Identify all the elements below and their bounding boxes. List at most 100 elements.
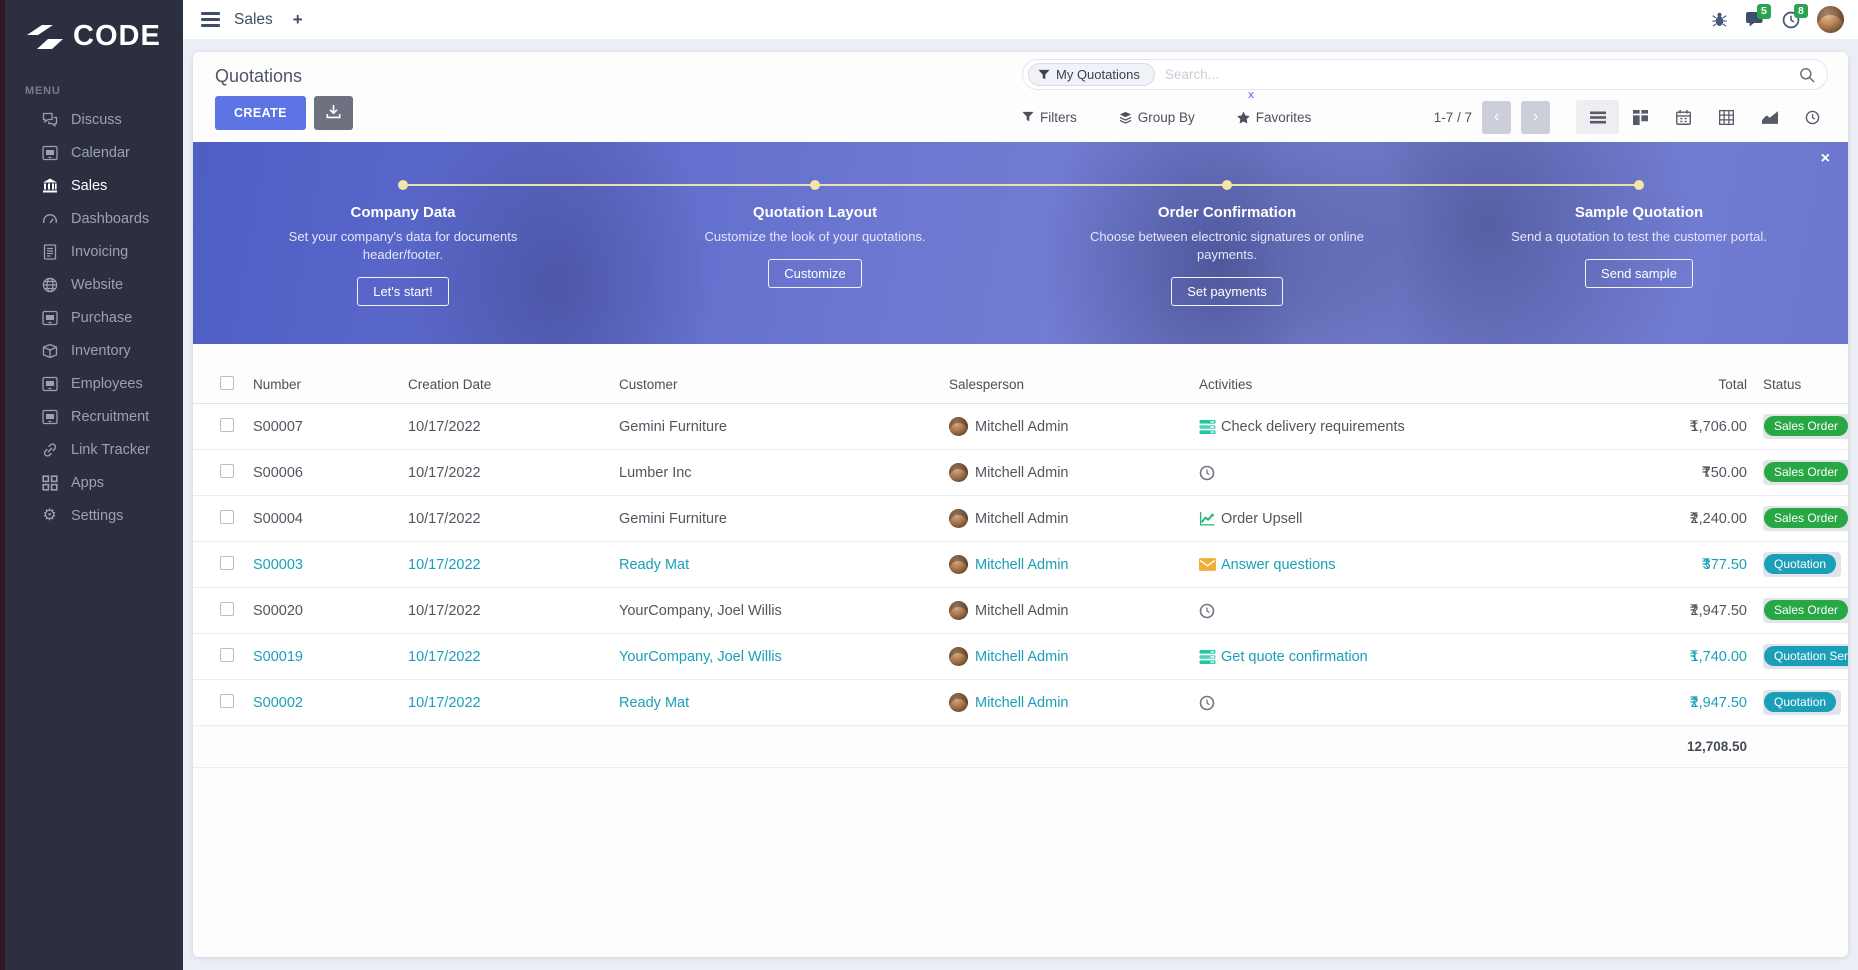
sidebar-item-apps[interactable]: Apps (5, 466, 183, 499)
salesperson-avatar (949, 555, 968, 574)
table-row[interactable]: S00007 10/17/2022 Gemini Furniture Mitch… (193, 404, 1848, 450)
list-view-button[interactable] (1576, 100, 1619, 134)
brand-logo[interactable]: CODE (5, 0, 183, 53)
row-activity[interactable]: Get quote confirmation (1199, 649, 1559, 665)
calendar-view-button[interactable] (1662, 100, 1705, 134)
brand-name: CODE (73, 20, 161, 53)
page-title: Quotations (215, 66, 302, 87)
set-payments-button[interactable]: Set payments (1171, 277, 1283, 306)
sidebar-item-discuss[interactable]: Discuss (5, 103, 183, 136)
row-salesperson: Mitchell Admin (975, 649, 1068, 665)
sidebar-item-dashboards[interactable]: Dashboards (5, 202, 183, 235)
timeline-dot (398, 180, 408, 190)
column-header-total[interactable]: Total (1559, 377, 1749, 392)
row-salesperson: Mitchell Admin (975, 511, 1068, 527)
row-salesperson: Mitchell Admin (975, 557, 1068, 573)
customize-button[interactable]: Customize (768, 259, 861, 288)
kanban-view-button[interactable] (1619, 100, 1662, 134)
salesperson-avatar (949, 601, 968, 620)
search-icon[interactable] (1799, 67, 1815, 83)
row-total: 377.50 (1703, 557, 1747, 573)
onboarding-step-quotation-layout: Quotation Layout Customize the look of y… (665, 204, 965, 288)
step-description: Customize the look of your quotations. (665, 228, 965, 246)
step-title: Quotation Layout (665, 204, 965, 221)
topbar: Sales + 5 8 (183, 0, 1858, 39)
graph-view-button[interactable] (1748, 100, 1791, 134)
sidebar-item-employees[interactable]: Employees (5, 367, 183, 400)
row-checkbox[interactable] (220, 648, 234, 662)
debug-bug-icon[interactable] (1711, 11, 1728, 28)
table-row[interactable]: S00019 10/17/2022 YourCompany, Joel Will… (193, 634, 1848, 680)
topbar-app-name[interactable]: Sales (234, 11, 273, 29)
hamburger-menu-icon[interactable] (201, 12, 220, 27)
table-row[interactable]: S00020 10/17/2022 YourCompany, Joel Will… (193, 588, 1848, 634)
sidebar-item-invoicing[interactable]: Invoicing (5, 235, 183, 268)
table-row[interactable]: S00004 10/17/2022 Gemini Furniture Mitch… (193, 496, 1848, 542)
filters-button[interactable]: Filters (1022, 110, 1077, 125)
sidebar-item-sales[interactable]: Sales (5, 169, 183, 202)
status-badge: Quotation (1763, 552, 1841, 577)
row-checkbox[interactable] (220, 602, 234, 616)
pager-prev-button[interactable]: ‹ (1482, 101, 1511, 134)
activities-clock-icon[interactable]: 8 (1782, 11, 1800, 29)
sidebar-item-settings[interactable]: ⚙ Settings (5, 499, 183, 532)
row-checkbox[interactable] (220, 418, 234, 432)
column-header-creation-date[interactable]: Creation Date (408, 377, 619, 392)
search-facet-my-quotations[interactable]: My Quotations (1028, 63, 1155, 86)
row-creation-date: 10/17/2022 (408, 695, 619, 711)
favorites-button[interactable]: Favorites (1237, 110, 1312, 125)
sidebar-item-calendar[interactable]: Calendar (5, 136, 183, 169)
recruitment-icon (41, 408, 58, 425)
create-button[interactable]: CREATE (215, 96, 306, 130)
sidebar-item-link-tracker[interactable]: Link Tracker (5, 433, 183, 466)
window-edge (0, 0, 5, 970)
salesperson-avatar (949, 647, 968, 666)
pivot-view-button[interactable] (1705, 100, 1748, 134)
pager: 1-7 / 7 ‹ › (1434, 101, 1550, 134)
send-sample-button[interactable]: Send sample (1585, 259, 1693, 288)
search-input[interactable] (1155, 67, 1799, 82)
export-button[interactable] (314, 96, 353, 130)
row-number: S00019 (253, 649, 408, 665)
lets-start-button[interactable]: Let's start! (357, 277, 449, 306)
row-checkbox[interactable] (220, 694, 234, 708)
row-activity[interactable] (1199, 465, 1559, 481)
status-badge: Sales Order (1763, 506, 1848, 531)
row-activity[interactable]: Answer questions (1199, 557, 1559, 573)
sidebar-item-recruitment[interactable]: Recruitment (5, 400, 183, 433)
row-checkbox[interactable] (220, 510, 234, 524)
messages-icon[interactable]: 5 (1745, 11, 1765, 28)
row-activity[interactable]: Order Upsell (1199, 511, 1559, 527)
column-header-status[interactable]: Status (1749, 377, 1848, 392)
sidebar-item-purchase[interactable]: Purchase (5, 301, 183, 334)
new-tab-button[interactable]: + (293, 10, 303, 30)
column-header-activities[interactable]: Activities (1199, 377, 1559, 392)
pager-next-button[interactable]: › (1521, 101, 1550, 134)
activity-label: Order Upsell (1221, 511, 1302, 527)
sales-icon (41, 177, 58, 194)
control-panel-tools: Filters Group By Favorites 1-7 / 7 ‹ › (1022, 100, 1834, 134)
table-row[interactable]: S00002 10/17/2022 Ready Mat Mitchell Adm… (193, 680, 1848, 726)
sidebar-item-label: Calendar (71, 145, 130, 161)
table-footer-row: 12,708.50 (193, 726, 1848, 768)
sidebar-item-website[interactable]: Website (5, 268, 183, 301)
row-activity[interactable]: Check delivery requirements (1199, 419, 1559, 435)
row-activity[interactable] (1199, 603, 1559, 619)
sidebar-item-label: Apps (71, 475, 104, 491)
table-row[interactable]: S00003 10/17/2022 Ready Mat Mitchell Adm… (193, 542, 1848, 588)
user-avatar[interactable] (1817, 6, 1844, 33)
group-by-button[interactable]: Group By (1119, 110, 1195, 125)
select-all-checkbox[interactable] (220, 376, 234, 390)
banner-close-icon[interactable]: × (1821, 150, 1830, 168)
invoicing-icon (41, 243, 58, 260)
column-header-customer[interactable]: Customer (619, 377, 949, 392)
column-header-number[interactable]: Number (253, 377, 408, 392)
table-row[interactable]: S00006 10/17/2022 Lumber Inc Mitchell Ad… (193, 450, 1848, 496)
activity-view-button[interactable] (1791, 100, 1834, 134)
row-checkbox[interactable] (220, 464, 234, 478)
row-activity[interactable] (1199, 695, 1559, 711)
column-header-salesperson[interactable]: Salesperson (949, 377, 1199, 392)
sidebar-item-inventory[interactable]: Inventory (5, 334, 183, 367)
quotations-table: Number Creation Date Customer Salesperso… (193, 366, 1848, 768)
row-checkbox[interactable] (220, 556, 234, 570)
